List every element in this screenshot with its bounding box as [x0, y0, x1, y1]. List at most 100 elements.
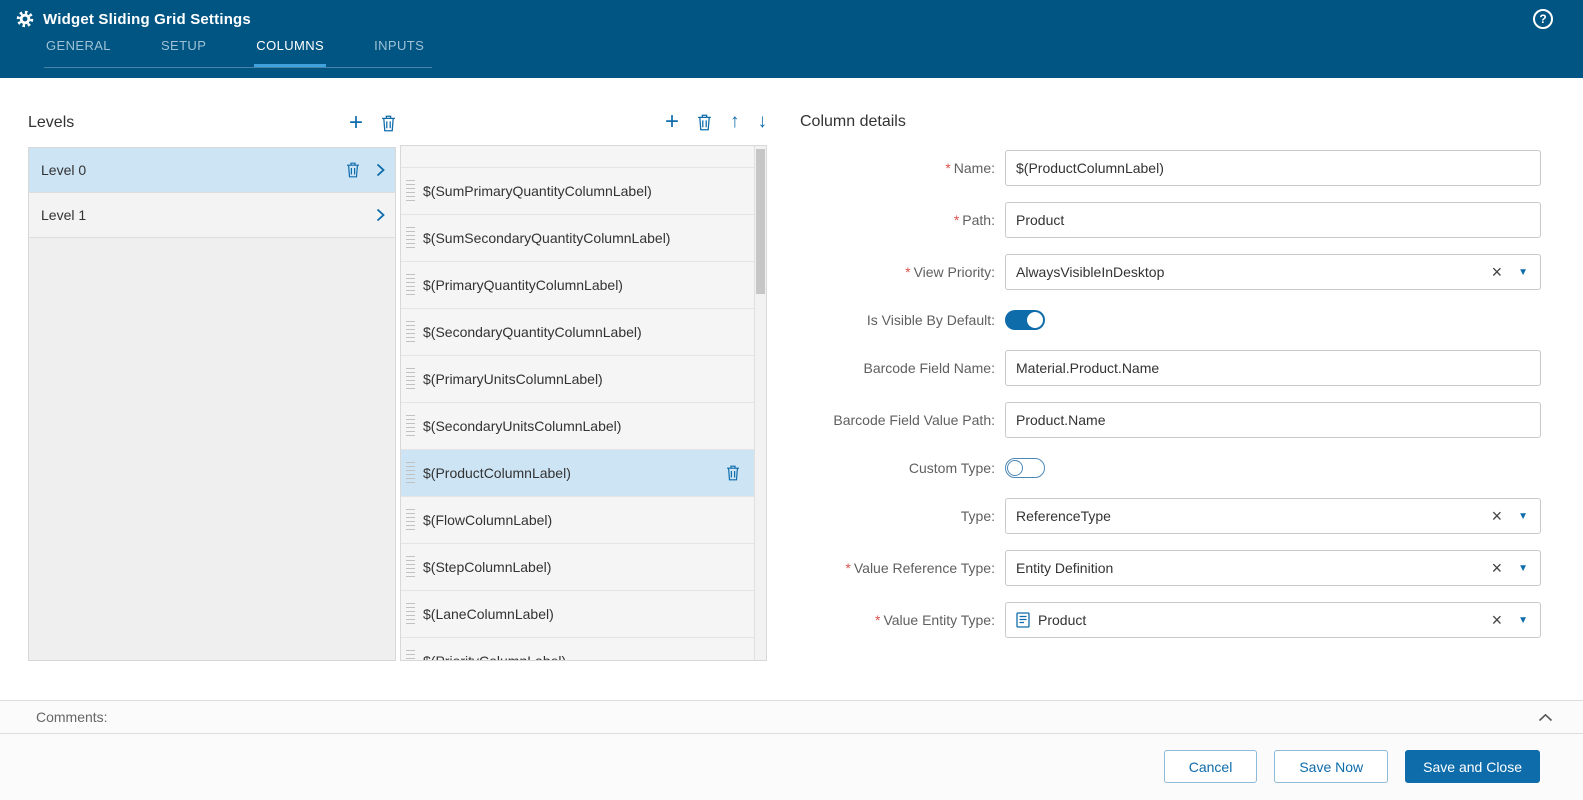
column-details-form: *Name: *Path: *View Priority: AlwaysVisi… [800, 150, 1541, 654]
trash-icon [346, 162, 360, 178]
drag-handle-icon[interactable] [406, 368, 415, 390]
tab-general[interactable]: GENERAL [44, 38, 113, 67]
drag-handle-icon[interactable] [406, 180, 415, 202]
column-row[interactable]: $(PrimaryQuantityColumnLabel) [401, 262, 754, 309]
view-priority-row: *View Priority: AlwaysVisibleInDesktop ×… [800, 254, 1541, 290]
chevron-right-icon[interactable] [376, 208, 385, 222]
trash-icon [697, 114, 712, 131]
widget-sliding-grid-settings-dialog: Widget Sliding Grid Settings ? GENERAL S… [0, 0, 1583, 800]
caret-down-icon[interactable]: ▼ [1518, 563, 1528, 574]
drag-handle-icon[interactable] [406, 603, 415, 625]
value-entity-type-select[interactable]: Product × ▼ [1005, 602, 1541, 638]
is-visible-row: Is Visible By Default: [800, 306, 1541, 334]
clear-icon[interactable]: × [1492, 559, 1503, 577]
path-label: *Path: [800, 212, 1005, 228]
caret-down-icon[interactable]: ▼ [1518, 615, 1528, 626]
columns-list: $(SumPrimaryQuantityColumnLabel) $(SumSe… [400, 145, 767, 661]
drag-handle-icon[interactable] [406, 650, 415, 661]
value-entity-type-value: Product [1016, 612, 1492, 628]
add-column-button[interactable]: + [665, 112, 679, 132]
level-row[interactable]: Level 1 [29, 193, 395, 238]
tab-bar: GENERAL SETUP COLUMNS INPUTS [44, 30, 432, 68]
delete-level-row-button[interactable] [346, 162, 360, 178]
column-row[interactable]: $(StepColumnLabel) [401, 544, 754, 591]
caret-down-icon[interactable]: ▼ [1518, 511, 1528, 522]
help-icon[interactable]: ? [1533, 9, 1553, 29]
drag-handle-icon[interactable] [406, 227, 415, 249]
name-input[interactable] [1005, 150, 1541, 186]
name-label: *Name: [800, 160, 1005, 176]
is-visible-toggle[interactable] [1005, 310, 1045, 330]
value-entity-type-label: *Value Entity Type: [800, 612, 1005, 628]
value-reference-type-select[interactable]: Entity Definition × ▼ [1005, 550, 1541, 586]
comments-bar: Comments: [0, 700, 1583, 734]
arrow-up-icon: ↑ [730, 111, 740, 133]
clear-icon[interactable]: × [1492, 507, 1503, 525]
save-and-close-button[interactable]: Save and Close [1405, 750, 1540, 783]
scrollbar[interactable] [754, 146, 766, 660]
path-input[interactable] [1005, 202, 1541, 238]
comments-label: Comments: [36, 709, 108, 725]
drag-handle-icon[interactable] [406, 556, 415, 578]
levels-title: Levels [28, 114, 74, 132]
barcode-field-name-input[interactable] [1005, 350, 1541, 386]
drag-handle-icon[interactable] [406, 462, 415, 484]
save-now-button[interactable]: Save Now [1274, 750, 1388, 783]
column-label: $(SumSecondaryQuantityColumnLabel) [423, 230, 754, 246]
view-priority-value: AlwaysVisibleInDesktop [1016, 264, 1492, 280]
drag-handle-icon[interactable] [406, 321, 415, 343]
view-priority-label: *View Priority: [800, 264, 1005, 280]
caret-down-icon[interactable]: ▼ [1518, 267, 1528, 278]
trash-icon [381, 115, 396, 132]
barcode-field-name-label: Barcode Field Name: [800, 360, 1005, 376]
value-reference-type-row: *Value Reference Type: Entity Definition… [800, 550, 1541, 586]
clear-icon[interactable]: × [1492, 611, 1503, 629]
column-row[interactable]: $(LaneColumnLabel) [401, 591, 754, 638]
cancel-button[interactable]: Cancel [1164, 750, 1258, 783]
delete-level-button[interactable] [381, 115, 396, 132]
drag-handle-icon[interactable] [406, 415, 415, 437]
move-column-up-button[interactable]: ↑ [730, 111, 740, 133]
drag-handle-icon[interactable] [406, 509, 415, 531]
column-row-selected[interactable]: $(ProductColumnLabel) [401, 450, 754, 497]
scrollbar-thumb[interactable] [756, 149, 765, 294]
view-priority-select[interactable]: AlwaysVisibleInDesktop × ▼ [1005, 254, 1541, 290]
tab-inputs[interactable]: INPUTS [372, 38, 426, 67]
required-asterisk: * [845, 560, 850, 576]
type-select[interactable]: ReferenceType × ▼ [1005, 498, 1541, 534]
value-entity-type-row: *Value Entity Type: Product × ▼ [800, 602, 1541, 638]
levels-header: Levels + [28, 108, 396, 138]
custom-type-toggle[interactable] [1005, 458, 1045, 478]
barcode-field-value-path-input[interactable] [1005, 402, 1541, 438]
delete-column-row-button[interactable] [726, 465, 740, 481]
chevron-up-icon[interactable] [1538, 713, 1553, 722]
chevron-right-icon[interactable] [376, 163, 385, 177]
column-row[interactable]: $(SumPrimaryQuantityColumnLabel) [401, 168, 754, 215]
column-details-title: Column details [800, 113, 906, 131]
column-row-partial[interactable] [401, 146, 754, 168]
value-reference-type-label: *Value Reference Type: [800, 560, 1005, 576]
move-column-down-button[interactable]: ↓ [758, 111, 768, 133]
clear-icon[interactable]: × [1492, 263, 1503, 281]
delete-column-button[interactable] [697, 114, 712, 131]
column-label: $(PriorityColumnLabel) [423, 653, 754, 661]
path-row: *Path: [800, 202, 1541, 238]
column-row[interactable]: $(PriorityColumnLabel) [401, 638, 754, 661]
add-level-button[interactable]: + [349, 113, 363, 133]
column-row[interactable]: $(PrimaryUnitsColumnLabel) [401, 356, 754, 403]
toggle-knob [1027, 312, 1043, 328]
toggle-knob [1007, 460, 1023, 476]
column-row[interactable]: $(SumSecondaryQuantityColumnLabel) [401, 215, 754, 262]
column-row[interactable]: $(SecondaryQuantityColumnLabel) [401, 309, 754, 356]
tab-setup[interactable]: SETUP [159, 38, 208, 67]
column-row[interactable]: $(FlowColumnLabel) [401, 497, 754, 544]
required-asterisk: * [905, 264, 910, 280]
column-label: $(PrimaryUnitsColumnLabel) [423, 371, 754, 387]
column-row[interactable]: $(SecondaryUnitsColumnLabel) [401, 403, 754, 450]
drag-handle-icon[interactable] [406, 274, 415, 296]
tab-columns[interactable]: COLUMNS [254, 38, 326, 67]
plus-icon: + [349, 113, 363, 133]
level-row[interactable]: Level 0 [29, 148, 395, 193]
arrow-down-icon: ↓ [758, 111, 768, 133]
column-label: $(SecondaryUnitsColumnLabel) [423, 418, 754, 434]
